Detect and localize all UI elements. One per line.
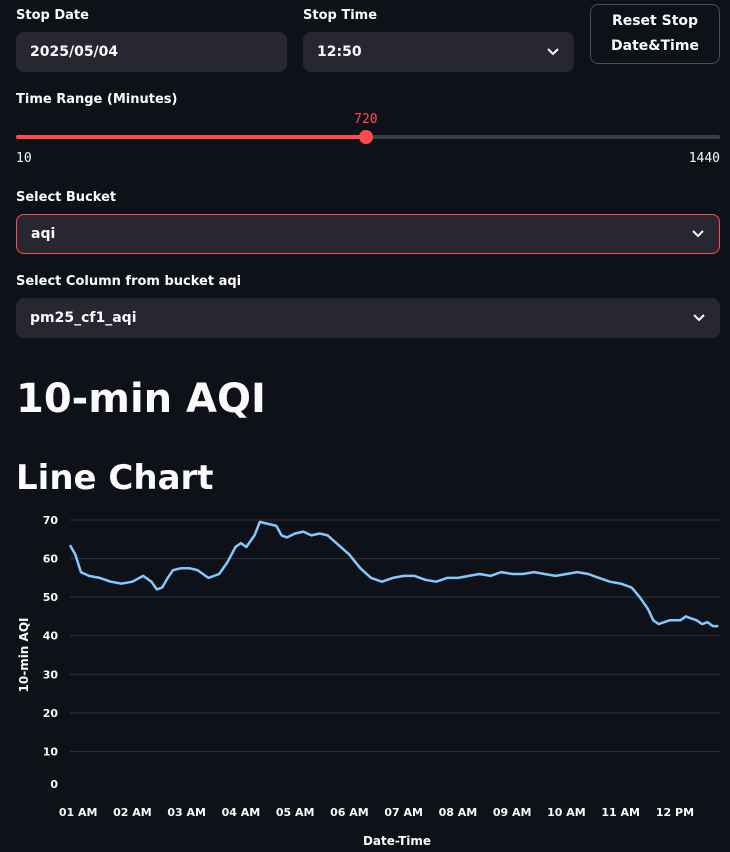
y-tick-label: 70 bbox=[43, 514, 59, 527]
x-tick-label: 07 AM bbox=[384, 806, 423, 819]
y-tick-label: 30 bbox=[43, 668, 59, 681]
x-tick-label: 12 PM bbox=[656, 806, 694, 819]
line-chart[interactable]: 10-min AQI Date-Time 0 10 20 30 40 50 60 70 01 A… bbox=[0, 0, 730, 852]
aqi-series-line bbox=[68, 520, 719, 628]
x-tick-label: 10 AM bbox=[547, 806, 586, 819]
x-tick-label: 06 AM bbox=[330, 806, 369, 819]
y-tick-label: 0 bbox=[50, 778, 58, 791]
x-axis-label: Date-Time bbox=[363, 834, 431, 848]
y-tick-label: 60 bbox=[43, 553, 59, 566]
x-tick-label: 02 AM bbox=[113, 806, 152, 819]
y-tick-label: 40 bbox=[43, 630, 59, 643]
y-tick-label: 50 bbox=[43, 591, 59, 604]
y-axis-label: 10-min AQI bbox=[17, 618, 31, 693]
x-tick-label: 08 AM bbox=[439, 806, 478, 819]
x-tick-label: 05 AM bbox=[276, 806, 315, 819]
x-tick-label: 04 AM bbox=[222, 806, 261, 819]
y-tick-label: 20 bbox=[43, 707, 59, 720]
x-tick-label: 09 AM bbox=[493, 806, 532, 819]
x-tick-label: 03 AM bbox=[167, 806, 206, 819]
x-tick-label: 11 AM bbox=[601, 806, 640, 819]
y-tick-label: 10 bbox=[43, 745, 59, 758]
x-tick-label: 01 AM bbox=[59, 806, 98, 819]
